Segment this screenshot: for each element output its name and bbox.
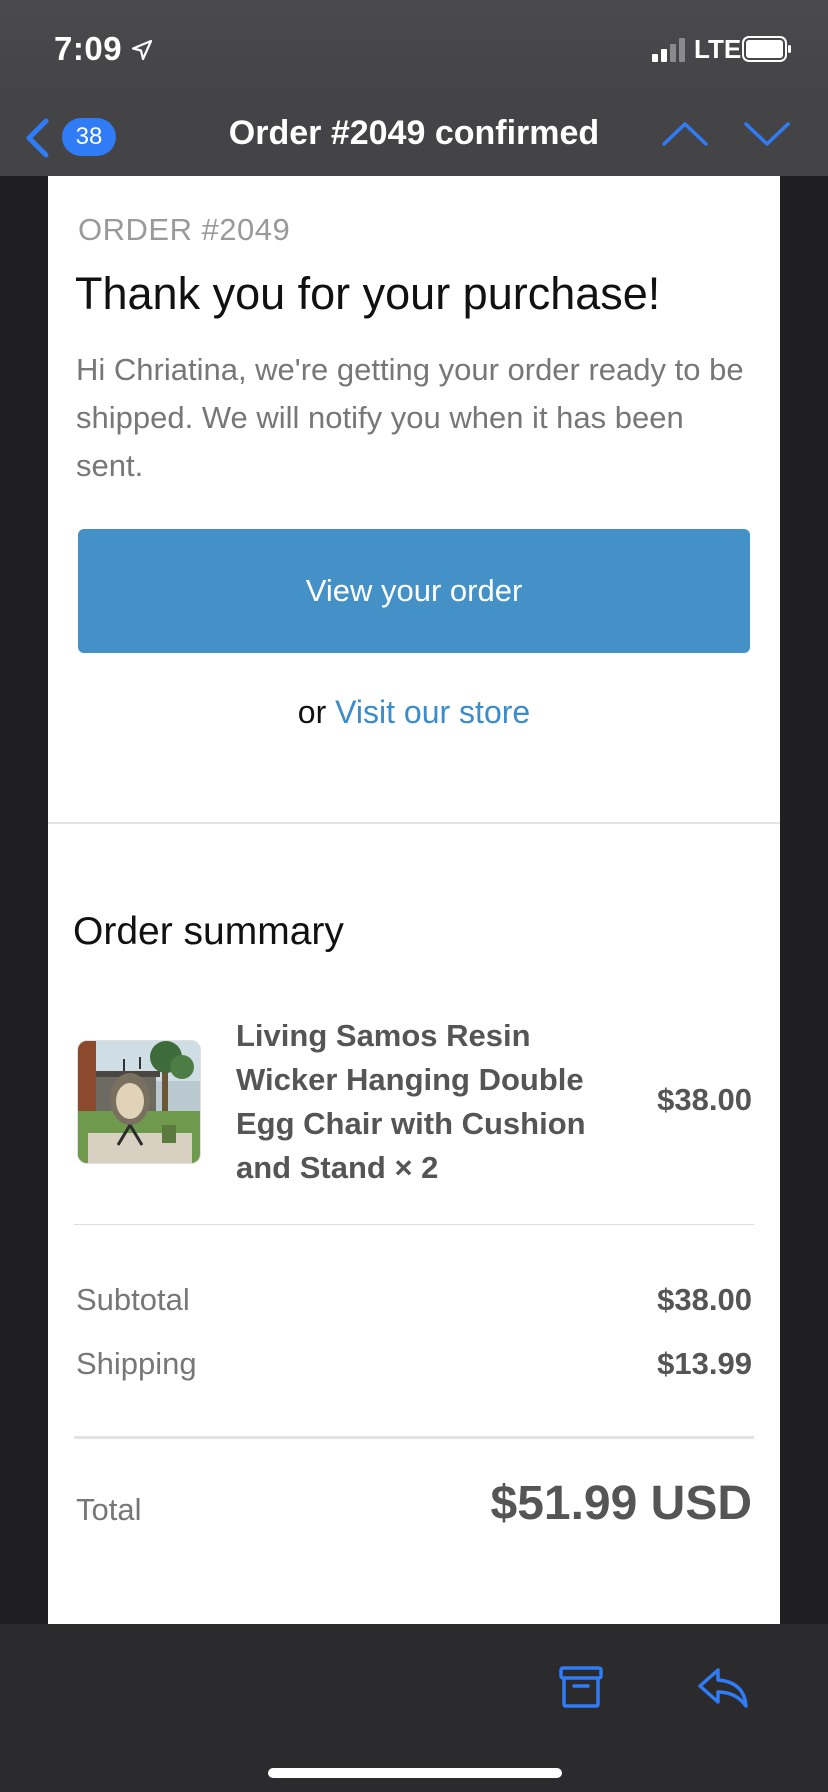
reply-icon[interactable]: [696, 1662, 750, 1712]
chevron-down-icon[interactable]: [742, 114, 792, 154]
thank-you-heading: Thank you for your purchase!: [75, 268, 661, 319]
product-name: Living Samos Resin Wicker Hanging Double…: [236, 1018, 586, 1185]
home-indicator[interactable]: [268, 1768, 562, 1778]
email-body: ORDER #2049 Thank you for your purchase!…: [48, 176, 780, 1624]
shipping-label: Shipping: [76, 1346, 197, 1381]
or-text: or: [297, 694, 327, 730]
carrier-label: LTE: [694, 34, 742, 64]
location-arrow-icon: [131, 39, 153, 61]
section-divider: [48, 822, 780, 824]
visit-store-link[interactable]: Visit our store: [335, 694, 530, 730]
shipping-value: $13.99: [657, 1346, 752, 1381]
signal-icon: [652, 38, 685, 62]
message-title: Order #2049 confirmed: [228, 114, 600, 152]
item-divider: [74, 1224, 754, 1225]
mail-screen: 7:09 LTE 38 Order #2049 confirmed ORDER …: [0, 0, 828, 1792]
order-summary-heading: Order summary: [73, 910, 344, 953]
total-value: $51.99 USD: [490, 1477, 753, 1530]
bottom-toolbar: [0, 1624, 828, 1792]
view-order-button[interactable]: View your order: [78, 529, 750, 653]
product-thumbnail: [77, 1040, 201, 1164]
order-number-label: ORDER #2049: [78, 212, 291, 247]
battery-icon: [742, 36, 791, 62]
product-price: $38.00: [657, 1082, 752, 1117]
chevron-left-icon: [26, 118, 49, 158]
intro-text: Hi Chriatina, we're getting your order r…: [76, 352, 744, 483]
status-time: 7:09: [54, 30, 123, 67]
nav-bar: 38 Order #2049 confirmed: [0, 96, 828, 176]
back-button[interactable]: 38: [22, 110, 122, 162]
total-label: Total: [76, 1492, 142, 1527]
archive-icon[interactable]: [556, 1662, 606, 1712]
unread-count-badge: 38: [62, 118, 116, 156]
total-divider: [74, 1436, 754, 1439]
store-line: or Visit our store: [48, 694, 780, 731]
subtotal-label: Subtotal: [76, 1282, 190, 1317]
egg-chair-photo: [78, 1041, 200, 1163]
status-bar: 7:09 LTE: [0, 0, 828, 96]
chevron-up-icon[interactable]: [660, 114, 710, 154]
subtotal-value: $38.00: [657, 1282, 752, 1317]
